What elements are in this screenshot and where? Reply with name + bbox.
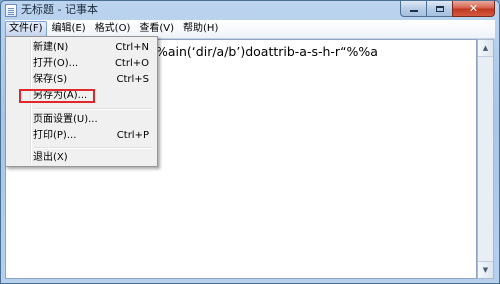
- file-menu-dropdown: 新建(N) Ctrl+N 打开(O)... Ctrl+O 保存(S) Ctrl+…: [5, 36, 158, 167]
- menu-separator: [34, 147, 152, 149]
- menu-item-shortcut: Ctrl+P: [116, 130, 149, 141]
- menu-item-print[interactable]: 打印(P)... Ctrl+P: [9, 128, 154, 144]
- menu-file[interactable]: 文件(F): [5, 21, 47, 37]
- menu-item-shortcut: Ctrl+O: [114, 58, 149, 69]
- editor-content: %ain(‘dir/a/b’)doattrib-a-s-h-r“%%a: [156, 44, 378, 59]
- menu-item-new[interactable]: 新建(N) Ctrl+N: [9, 40, 154, 56]
- menu-item-label: 退出(X): [33, 152, 68, 163]
- scroll-down-button[interactable]: ▼: [478, 261, 493, 278]
- title-bar[interactable]: 无标题 - 记事本 ✕: [1, 1, 499, 20]
- window-title: 无标题 - 记事本: [21, 3, 98, 16]
- close-button[interactable]: ✕: [452, 1, 495, 17]
- menu-edit[interactable]: 编辑(E): [48, 21, 90, 37]
- menu-separator: [34, 108, 152, 110]
- menu-view[interactable]: 查看(V): [135, 21, 178, 37]
- menu-item-shortcut: Ctrl+S: [116, 74, 149, 85]
- menu-item-label: 页面设置(U)...: [33, 114, 98, 125]
- close-icon: ✕: [468, 1, 479, 15]
- menu-item-label: 新建(N): [33, 42, 69, 53]
- menu-item-exit[interactable]: 退出(X): [9, 150, 154, 166]
- maximize-button[interactable]: [426, 1, 452, 17]
- menu-format[interactable]: 格式(O): [91, 21, 135, 37]
- maximize-icon: [435, 5, 444, 12]
- window-controls: ✕: [400, 1, 495, 17]
- minimize-icon: [409, 10, 418, 12]
- scroll-down-icon: ▼: [482, 266, 489, 274]
- notepad-app-icon[interactable]: [5, 4, 17, 17]
- menu-item-label: 打印(P)...: [33, 130, 77, 141]
- menu-item-open[interactable]: 打开(O)... Ctrl+O: [9, 56, 154, 72]
- scroll-up-button[interactable]: ▲: [478, 40, 493, 57]
- menu-item-save[interactable]: 保存(S) Ctrl+S: [9, 72, 154, 88]
- scroll-up-icon: ▲: [482, 44, 489, 52]
- minimize-button[interactable]: [400, 1, 426, 17]
- menu-item-shortcut: Ctrl+N: [115, 42, 149, 53]
- menu-item-label: 打开(O)...: [33, 58, 79, 69]
- menu-item-label: 保存(S): [33, 74, 68, 85]
- vertical-scrollbar[interactable]: ▲ ▼: [477, 39, 494, 279]
- save-as-highlight-box: [19, 89, 95, 103]
- menu-help[interactable]: 帮助(H): [179, 21, 222, 37]
- menu-item-page-setup[interactable]: 页面设置(U)...: [9, 112, 154, 128]
